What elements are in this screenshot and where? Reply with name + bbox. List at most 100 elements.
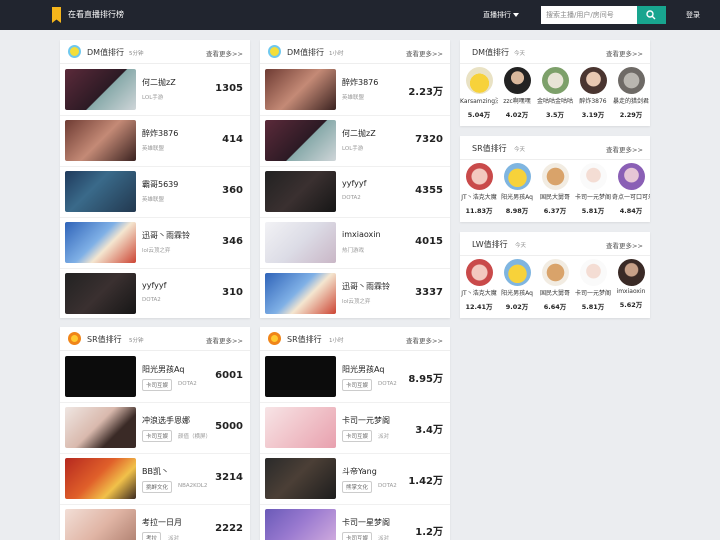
guild-tag[interactable]: 挑衅文化 [142,481,173,493]
streamer-name[interactable]: yyfyyf [142,281,166,290]
user-item[interactable]: 国民大舅哥 6.37万 [536,163,574,215]
user-name[interactable]: 国民大舅哥 [536,192,574,201]
user-name[interactable]: 金咕咕金咕咕 [536,96,574,105]
stream-thumbnail[interactable] [265,222,336,263]
streamer-name[interactable]: 考拉一日月 [142,517,182,528]
user-name[interactable]: JT丶浩克大魔 [460,192,498,201]
stream-thumbnail[interactable] [65,120,136,161]
user-item[interactable]: 阳光男孩Aq 9.02万 [498,259,536,311]
user-item[interactable]: imxiaoxin 5.62万 [612,259,650,309]
stream-thumbnail[interactable] [65,222,136,263]
stream-thumbnail[interactable] [265,407,336,448]
stream-thumbnail[interactable] [265,69,336,110]
avatar[interactable] [503,259,531,286]
avatar[interactable] [503,67,531,94]
chevron-down-icon[interactable] [513,13,519,17]
streamer-name[interactable]: 阳光男孩Aq [142,364,184,375]
user-item[interactable]: 国民大舅哥 6.64万 [536,259,574,311]
avatar[interactable] [617,67,645,94]
list-item[interactable]: yyfyyf DOTA2 310 [60,269,250,320]
user-name[interactable]: 暴走的猎剑君 [612,96,650,105]
user-name[interactable]: Karsamzing沃 [460,96,498,105]
user-item[interactable]: 醉炸3876 3.19万 [574,67,612,119]
stream-thumbnail[interactable] [65,458,136,499]
user-name[interactable]: 醉炸3876 [574,96,612,105]
streamer-name[interactable]: 迅哥丶雨霖铃 [342,281,390,292]
streamer-name[interactable]: 醉炸3876 [342,77,378,88]
view-more-link[interactable]: 查看更多>> [206,48,243,58]
guild-tag[interactable]: 考拉 [142,532,162,540]
stream-thumbnail[interactable] [265,509,336,540]
view-more-link[interactable]: 查看更多>> [406,48,443,58]
stream-thumbnail[interactable] [265,171,336,212]
stream-thumbnail[interactable] [265,458,336,499]
avatar[interactable] [579,259,607,286]
avatar[interactable] [617,163,645,190]
stream-thumbnail[interactable] [65,273,136,314]
stream-thumbnail[interactable] [65,356,136,397]
streamer-name[interactable]: 冲浪选手恩娜 [142,415,190,426]
streamer-name[interactable]: 卡司一元梦阁 [342,415,390,426]
user-item[interactable]: 卡司一元梦阁 5.81万 [574,163,612,215]
avatar[interactable] [465,67,493,94]
avatar[interactable] [541,163,569,190]
list-item[interactable]: imxiaoxin 热门游戏 4015 [260,218,450,269]
streamer-name[interactable]: 阳光男孩Aq [342,364,384,375]
streamer-name[interactable]: 醉炸3876 [142,128,178,139]
nav-rank-menu[interactable]: 直播排行 [483,10,511,20]
user-name[interactable]: zzc啊嘿嘿 [498,96,536,105]
list-item[interactable]: 霸哥5639 英雄联盟 360 [60,167,250,218]
search-button[interactable] [637,6,666,24]
list-item[interactable]: 阳光男孩Aq 卡司互娱 DOTA2 8.95万 [260,352,450,403]
list-item[interactable]: 醉炸3876 英雄联盟 2.23万 [260,65,450,116]
streamer-name[interactable]: 斗帝Yang [342,466,377,477]
streamer-name[interactable]: 卡司一星梦阁 [342,517,390,528]
view-more-link[interactable]: 查看更多>> [206,335,243,345]
user-name[interactable]: JT丶浩克大魔 [460,288,498,297]
user-item[interactable]: 奇点一可口可乐 4.84万 [612,163,650,215]
user-item[interactable]: JT丶浩克大魔 12.41万 [460,259,498,311]
list-item[interactable]: 何二抛zZ LOL手游 7320 [260,116,450,167]
list-item[interactable]: 何二抛zZ LOL手游 1305 [60,65,250,116]
avatar[interactable] [617,259,645,286]
stream-thumbnail[interactable] [65,407,136,448]
avatar[interactable] [465,163,493,190]
view-more-link[interactable]: 查看更多>> [406,335,443,345]
list-item[interactable]: 卡司一元梦阁 卡司互娱 派对 3.4万 [260,403,450,454]
search-input[interactable] [541,6,638,24]
guild-tag[interactable]: 卡司互娱 [342,532,373,540]
user-item[interactable]: zzc啊嘿嘿 4.02万 [498,67,536,119]
view-more-link[interactable]: 查看更多>> [606,240,643,250]
user-item[interactable]: 金咕咕金咕咕 3.5万 [536,67,574,119]
list-item[interactable]: 阳光男孩Aq 卡司互娱 DOTA2 6001 [60,352,250,403]
stream-thumbnail[interactable] [265,273,336,314]
list-item[interactable]: 迅哥丶雨霖铃 lol云顶之弈 346 [60,218,250,269]
guild-tag[interactable]: 卡司互娱 [342,430,373,442]
streamer-name[interactable]: yyfyyf [342,179,366,188]
user-name[interactable]: 阳光男孩Aq [498,192,536,201]
avatar[interactable] [579,163,607,190]
stream-thumbnail[interactable] [265,356,336,397]
user-name[interactable]: 国民大舅哥 [536,288,574,297]
streamer-name[interactable]: imxiaoxin [342,230,381,239]
avatar[interactable] [465,259,493,286]
view-more-link[interactable]: 查看更多>> [606,48,643,58]
user-name[interactable]: 阳光男孩Aq [498,288,536,297]
guild-tag[interactable]: 熊掌文化 [342,481,373,493]
user-item[interactable]: Karsamzing沃 5.04万 [460,67,498,119]
stream-thumbnail[interactable] [65,69,136,110]
streamer-name[interactable]: 迅哥丶雨霖铃 [142,230,190,241]
guild-tag[interactable]: 卡司互娱 [342,379,373,391]
guild-tag[interactable]: 卡司互娱 [142,430,173,442]
streamer-name[interactable]: 何二抛zZ [142,77,176,88]
user-item[interactable]: 阳光男孩Aq 8.98万 [498,163,536,215]
list-item[interactable]: 斗帝Yang 熊掌文化 DOTA2 1.42万 [260,454,450,505]
streamer-name[interactable]: 何二抛zZ [342,128,376,139]
avatar[interactable] [503,163,531,190]
user-name[interactable]: 卡司一元梦阁 [574,192,612,201]
bookmark-logo-icon[interactable] [52,7,61,23]
list-item[interactable]: BB凯丶 挑衅文化 NBA2KOL2 3214 [60,454,250,505]
avatar[interactable] [541,67,569,94]
user-item[interactable]: 卡司一元梦阁 5.81万 [574,259,612,311]
list-item[interactable]: 迅哥丶雨霖铃 lol云顶之弈 3337 [260,269,450,320]
